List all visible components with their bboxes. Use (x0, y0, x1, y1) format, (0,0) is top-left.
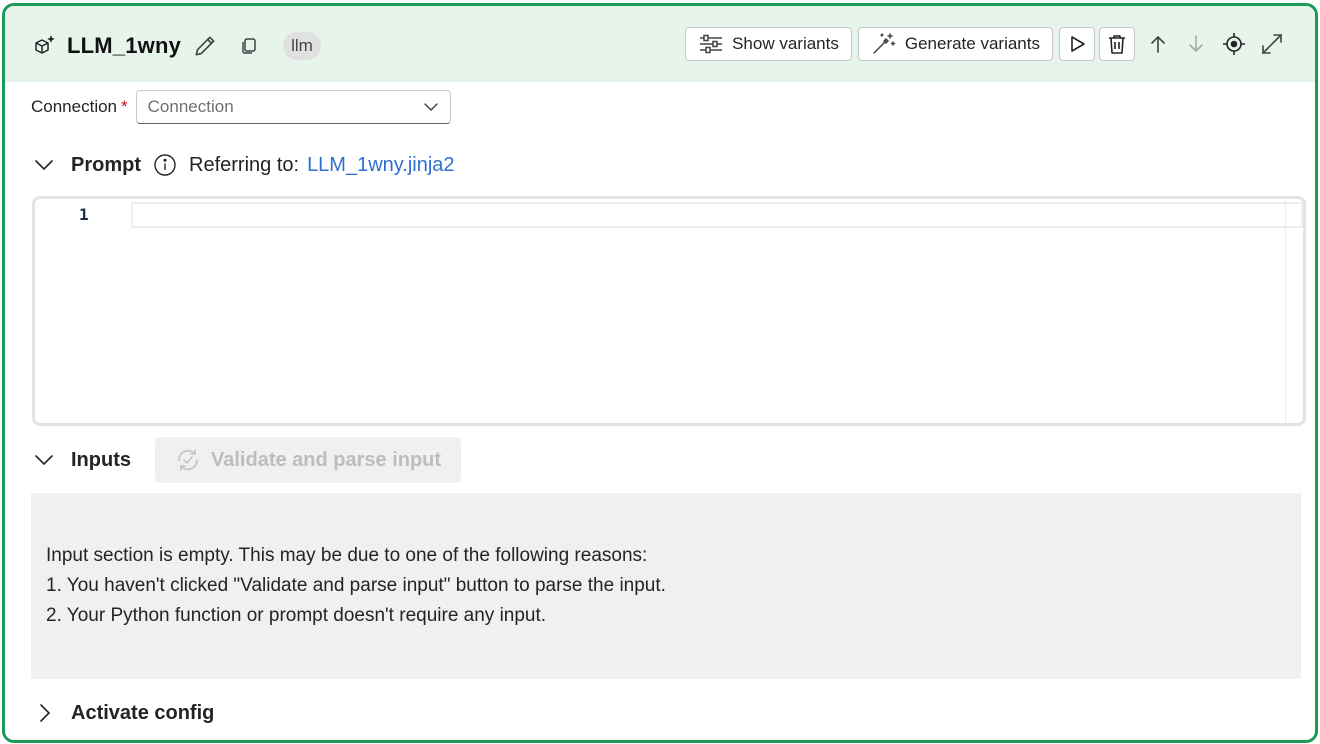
line-number: 1 (79, 205, 89, 224)
show-variants-label: Show variants (732, 34, 839, 53)
referring-label: Referring to: (189, 153, 300, 176)
move-up-button[interactable] (1139, 27, 1177, 61)
run-button[interactable] (1059, 27, 1095, 61)
generate-variants-button[interactable]: Generate variants (857, 27, 1053, 61)
prompt-collapse-toggle[interactable] (31, 152, 57, 178)
info-icon[interactable] (153, 153, 177, 177)
prompt-title: Prompt (71, 153, 141, 176)
generate-variants-label: Generate variants (904, 34, 1040, 53)
chevron-right-icon (40, 704, 51, 722)
validate-icon (178, 449, 198, 471)
llm-node-card: LLM_1wny llm Show variants Generate vari… (2, 3, 1318, 743)
magic-wand-icon (873, 33, 896, 54)
validate-parse-input-button[interactable]: Validate and parse input (155, 437, 462, 483)
prompt-file-link[interactable]: LLM_1wny.jinja2 (307, 154, 455, 177)
header-actions: Show variants Generate variants (685, 26, 1291, 62)
current-line-highlight (131, 202, 1303, 228)
expand-icon (1262, 34, 1282, 54)
empty-message-line: Input section is empty. This may be due … (46, 545, 648, 566)
activate-config-section-header[interactable]: Activate config (31, 696, 214, 730)
expand-button[interactable] (1253, 27, 1291, 61)
delete-button[interactable] (1099, 27, 1135, 61)
locate-button[interactable] (1215, 27, 1253, 61)
llm-node-icon (33, 34, 57, 58)
node-type-tag: llm (283, 32, 321, 60)
show-variants-button[interactable]: Show variants (685, 27, 852, 61)
empty-message-line: 1. You haven't clicked "Validate and par… (46, 575, 666, 596)
activate-config-title: Activate config (71, 701, 215, 724)
required-mark: * (121, 97, 128, 116)
header-left: LLM_1wny llm (33, 28, 321, 64)
inputs-empty-message: Input section is empty. This may be due … (31, 493, 1301, 679)
move-down-button[interactable] (1177, 27, 1215, 61)
trash-icon (1109, 35, 1125, 54)
validate-parse-input-label: Validate and parse input (211, 448, 442, 471)
activate-config-expand-toggle[interactable] (31, 700, 57, 726)
inputs-title: Inputs (71, 448, 131, 471)
copy-icon[interactable] (233, 30, 265, 62)
edit-pencil-icon[interactable] (189, 30, 221, 62)
connection-row: Connection * Connection (31, 90, 451, 124)
sliders-icon (700, 34, 723, 54)
inputs-collapse-toggle[interactable] (31, 447, 57, 473)
editor-scrollbar[interactable] (1285, 199, 1303, 423)
prompt-editor[interactable]: 1 (32, 196, 1306, 426)
node-title: LLM_1wny (67, 33, 182, 58)
chevron-down-icon (35, 455, 53, 466)
inputs-section-header: Inputs Validate and parse input (31, 437, 462, 483)
empty-message-line: 2. Your Python function or prompt doesn'… (46, 605, 547, 626)
play-icon (1071, 36, 1085, 52)
chevron-down-icon (35, 160, 53, 171)
prompt-section-header: Prompt Referring to: LLM_1wny.jinja2 (31, 148, 455, 182)
node-header: LLM_1wny llm Show variants Generate vari… (5, 6, 1315, 82)
connection-select[interactable]: Connection (135, 90, 451, 124)
chevron-down-icon (423, 103, 438, 112)
connection-label: Connection (31, 97, 118, 116)
target-icon (1223, 33, 1245, 55)
connection-select-placeholder: Connection (147, 97, 234, 116)
arrow-up-icon (1151, 35, 1165, 53)
arrow-down-icon (1189, 35, 1203, 53)
